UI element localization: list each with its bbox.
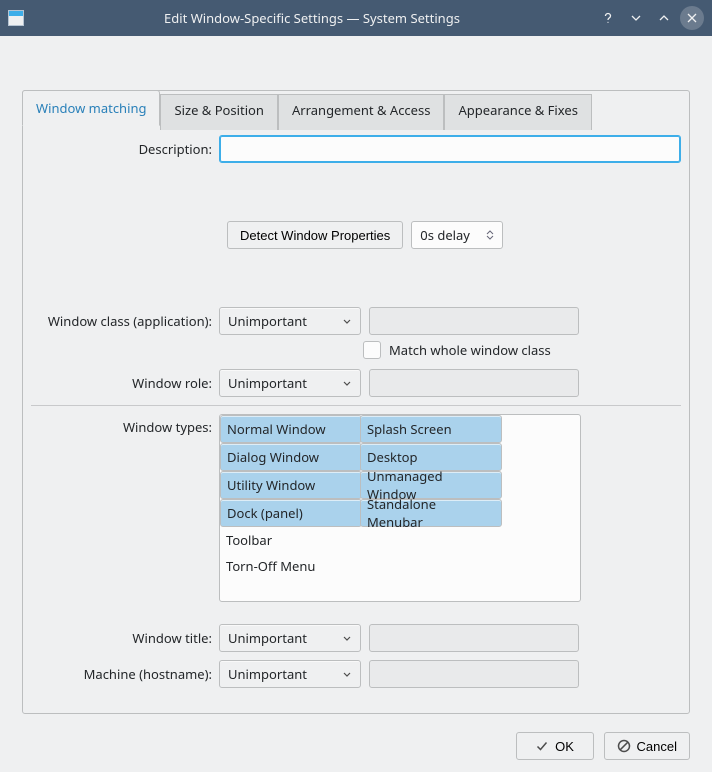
help-button[interactable]	[596, 6, 620, 30]
match-whole-class-label: Match whole window class	[389, 341, 551, 359]
window-type-item[interactable]: Utility Window	[220, 471, 362, 499]
detect-window-properties-button[interactable]: Detect Window Properties	[227, 221, 403, 249]
separator	[31, 405, 681, 406]
window-role-label: Window role:	[31, 374, 219, 392]
tab-label: Window matching	[36, 99, 146, 117]
description-input[interactable]	[219, 135, 681, 163]
tab-label: Appearance & Fixes	[458, 101, 577, 119]
window-class-combo[interactable]: Unimportant	[219, 307, 361, 335]
combo-value: Unimportant	[228, 312, 307, 330]
button-label: Cancel	[637, 739, 677, 754]
tab-frame: Description: Detect Window Properties 0s…	[22, 90, 690, 714]
window-class-input[interactable]	[369, 307, 579, 335]
spinbox-value: 0s delay	[420, 226, 470, 244]
tab-window-matching[interactable]: Window matching	[22, 90, 160, 126]
machine-combo[interactable]: Unimportant	[219, 660, 361, 688]
combo-value: Unimportant	[228, 629, 307, 647]
window-type-item[interactable]: Dialog Window	[220, 443, 362, 471]
machine-label: Machine (hostname):	[31, 665, 219, 683]
window-type-item[interactable]: Torn-Off Menu	[220, 553, 360, 579]
tab-bar: Window matching Size & Position Arrangem…	[22, 90, 592, 126]
check-icon	[535, 739, 549, 753]
match-whole-class-checkbox[interactable]	[363, 341, 381, 359]
description-label: Description:	[31, 140, 219, 158]
cancel-icon	[617, 739, 631, 753]
cancel-button[interactable]: Cancel	[604, 732, 690, 760]
minimize-button[interactable]	[624, 6, 648, 30]
window-types-label: Window types:	[31, 414, 219, 436]
app-icon	[8, 10, 24, 26]
window-title-label: Window title:	[31, 629, 219, 647]
button-row: OK Cancel	[0, 720, 712, 772]
window-type-item[interactable]: Dock (panel)	[220, 499, 362, 527]
dialog-body: Window matching Size & Position Arrangem…	[0, 36, 712, 772]
tab-content: Description: Detect Window Properties 0s…	[23, 125, 689, 713]
tab-appearance-fixes[interactable]: Appearance & Fixes	[444, 94, 591, 130]
maximize-button[interactable]	[652, 6, 676, 30]
machine-input[interactable]	[369, 660, 579, 688]
tab-label: Size & Position	[174, 101, 263, 119]
window-type-item[interactable]: Toolbar	[220, 527, 360, 553]
window-class-label: Window class (application):	[31, 312, 219, 330]
ok-button[interactable]: OK	[516, 732, 594, 760]
delay-spinbox[interactable]: 0s delay	[411, 221, 503, 249]
combo-value: Unimportant	[228, 665, 307, 683]
window-role-input[interactable]	[369, 369, 579, 397]
tab-label: Arrangement & Access	[292, 101, 431, 119]
window-title-combo[interactable]: Unimportant	[219, 624, 361, 652]
window-role-combo[interactable]: Unimportant	[219, 369, 361, 397]
button-label: OK	[555, 739, 574, 754]
window-title-input[interactable]	[369, 624, 579, 652]
window-type-item[interactable]: Splash Screen	[360, 415, 502, 443]
window-type-item[interactable]: Normal Window	[220, 415, 362, 443]
button-label: Detect Window Properties	[240, 228, 390, 243]
window-types-list[interactable]: Normal WindowDialog WindowUtility Window…	[219, 414, 581, 602]
combo-value: Unimportant	[228, 374, 307, 392]
tab-size-position[interactable]: Size & Position	[160, 94, 277, 130]
titlebar: Edit Window-Specific Settings — System S…	[0, 0, 712, 36]
window-type-item[interactable]: Standalone Menubar	[360, 499, 502, 527]
window-title: Edit Window-Specific Settings — System S…	[32, 9, 592, 27]
close-button[interactable]	[680, 6, 704, 30]
spinbox-arrows[interactable]	[486, 230, 494, 240]
tab-arrangement-access[interactable]: Arrangement & Access	[278, 94, 445, 130]
